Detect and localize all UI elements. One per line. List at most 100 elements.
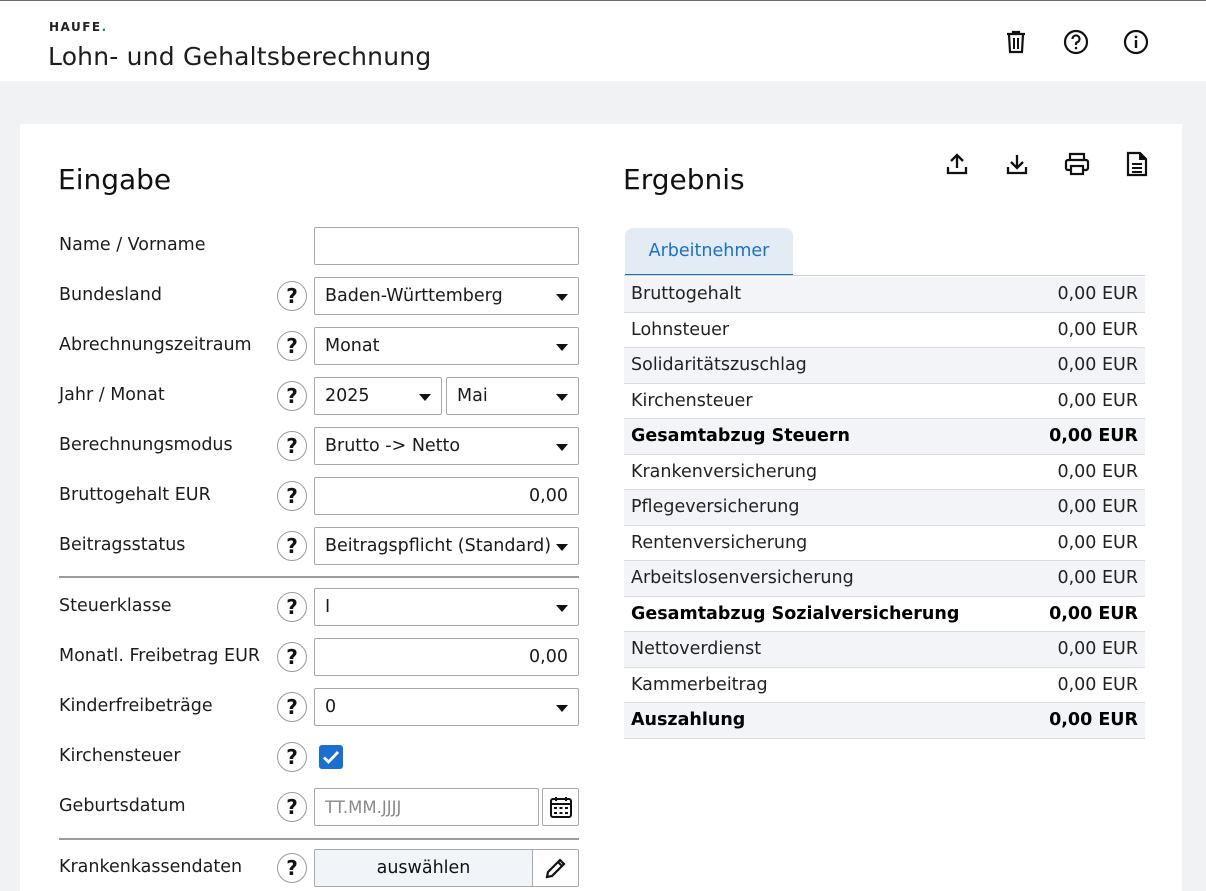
chevron-down-icon bbox=[556, 605, 568, 612]
help-button-jahr[interactable]: ? bbox=[277, 381, 307, 411]
row-name: Name / Vorname bbox=[59, 227, 579, 265]
row-value: 0,00 EUR bbox=[1057, 461, 1138, 482]
help-button-bundesland[interactable]: ? bbox=[277, 281, 307, 311]
help-button-kinder[interactable]: ? bbox=[277, 692, 307, 722]
pencil-icon bbox=[545, 858, 566, 879]
help-button-kirche[interactable]: ? bbox=[277, 742, 307, 772]
result-heading: Ergebnis bbox=[623, 163, 745, 196]
modus-select[interactable]: Brutto -> Netto bbox=[314, 427, 579, 465]
geburt-label: Geburtsdatum bbox=[59, 796, 186, 816]
row-label: Gesamtabzug Steuern bbox=[631, 426, 850, 446]
chevron-down-icon bbox=[556, 544, 568, 551]
calendar-button[interactable] bbox=[542, 788, 579, 826]
table-row: Pflegeversicherung 0,00 EUR bbox=[624, 490, 1145, 526]
bundesland-select[interactable]: Baden-Württemberg bbox=[314, 277, 579, 315]
row-value: 0,00 EUR bbox=[1057, 568, 1138, 588]
chevron-down-icon bbox=[556, 294, 568, 301]
calendar-icon bbox=[549, 797, 572, 818]
row-label: Gesamtabzug Sozialversicherung bbox=[631, 603, 960, 624]
row-value: 0,00 EUR bbox=[1057, 355, 1138, 375]
download-icon[interactable] bbox=[1003, 150, 1031, 178]
help-button-kk[interactable]: ? bbox=[277, 853, 307, 883]
help-button-geburt[interactable]: ? bbox=[277, 792, 307, 822]
table-row: Lohnsteuer 0,00 EUR bbox=[624, 313, 1145, 348]
row-label: Lohnsteuer bbox=[631, 319, 730, 340]
zeitraum-label: Abrechnungszeitraum bbox=[59, 335, 252, 355]
row-zeitraum: Abrechnungszeitraum ? Monat bbox=[59, 327, 579, 365]
jahr-select[interactable]: 2025 bbox=[314, 377, 442, 415]
row-label: Krankenversicherung bbox=[631, 461, 818, 482]
table-row: Krankenversicherung 0,00 EUR bbox=[624, 455, 1145, 490]
trash-icon[interactable] bbox=[1002, 28, 1030, 56]
table-row: Rentenversicherung 0,00 EUR bbox=[624, 526, 1145, 561]
help-button-beitrag[interactable]: ? bbox=[277, 531, 307, 561]
result-table: Bruttogehalt 0,00 EUR Lohnsteuer 0,00 EUR So… bbox=[624, 277, 1145, 739]
row-label: Kirchensteuer bbox=[631, 390, 753, 411]
beitrag-label: Beitragsstatus bbox=[59, 535, 186, 555]
help-button-freibetrag[interactable]: ? bbox=[277, 642, 307, 672]
row-label: Nettoverdienst bbox=[631, 639, 762, 659]
row-bundesland: Bundesland ? Baden-Württemberg bbox=[59, 277, 579, 315]
print-icon[interactable] bbox=[1063, 150, 1091, 178]
help-button-steuerklasse[interactable]: ? bbox=[277, 592, 307, 622]
monat-select[interactable]: Mai bbox=[446, 377, 579, 415]
app-header: HAUFE. Lohn- und Gehaltsberechnung bbox=[0, 0, 1206, 81]
name-input[interactable] bbox=[314, 227, 579, 265]
row-value: 0,00 EUR bbox=[1057, 284, 1138, 304]
chevron-down-icon bbox=[556, 394, 568, 401]
brand-logo: HAUFE. bbox=[49, 20, 108, 34]
kirchensteuer-checkbox[interactable] bbox=[319, 745, 343, 769]
kk-label: Krankenkassendaten bbox=[59, 857, 243, 877]
row-label: Solidaritätszuschlag bbox=[631, 355, 807, 375]
steuerklasse-label: Steuerklasse bbox=[59, 596, 172, 616]
checkmark-icon bbox=[323, 751, 340, 765]
help-button-brutto[interactable]: ? bbox=[277, 481, 307, 511]
name-label: Name / Vorname bbox=[59, 235, 206, 255]
table-row: Kammerbeitrag 0,00 EUR bbox=[624, 668, 1145, 703]
brutto-input[interactable]: 0,00 bbox=[314, 477, 579, 515]
row-jahr-monat: Jahr / Monat ? 2025 Mai bbox=[59, 377, 579, 415]
row-label: Rentenversicherung bbox=[631, 532, 808, 553]
freibetrag-input[interactable]: 0,00 bbox=[314, 638, 579, 676]
brutto-label: Bruttogehalt EUR bbox=[59, 485, 211, 505]
row-value: 0,00 EUR bbox=[1057, 390, 1138, 411]
row-freibetrag: Monatl. Freibetrag EUR ? 0,00 bbox=[59, 638, 579, 676]
row-geburt: Geburtsdatum ? TT.MM.JJJJ bbox=[59, 788, 579, 826]
row-krankenkasse: Krankenkassendaten ? auswählen bbox=[59, 849, 579, 887]
table-row: Solidaritätszuschlag 0,00 EUR bbox=[624, 348, 1145, 384]
krankenkasse-edit-button[interactable] bbox=[532, 849, 579, 887]
input-heading: Eingabe bbox=[58, 163, 172, 196]
table-row: Gesamtabzug Sozialversicherung 0,00 EUR bbox=[624, 597, 1145, 632]
row-label: Bruttogehalt bbox=[631, 284, 742, 304]
row-label: Arbeitslosenversicherung bbox=[631, 568, 854, 588]
geburtsdatum-input[interactable]: TT.MM.JJJJ bbox=[314, 788, 539, 826]
chevron-down-icon bbox=[556, 705, 568, 712]
tab-arbeitnehmer[interactable]: Arbeitnehmer bbox=[625, 228, 793, 276]
help-button-zeitraum[interactable]: ? bbox=[277, 331, 307, 361]
document-icon[interactable] bbox=[1123, 150, 1151, 178]
info-circle-icon[interactable] bbox=[1122, 28, 1150, 56]
upload-icon[interactable] bbox=[943, 150, 971, 178]
bundesland-label: Bundesland bbox=[59, 285, 162, 305]
row-value: 0,00 EUR bbox=[1049, 603, 1138, 624]
table-row: Nettoverdienst 0,00 EUR bbox=[624, 632, 1145, 668]
row-value: 0,00 EUR bbox=[1049, 426, 1138, 446]
help-circle-icon[interactable] bbox=[1062, 28, 1090, 56]
table-row: Auszahlung 0,00 EUR bbox=[624, 703, 1145, 739]
table-row: Bruttogehalt 0,00 EUR bbox=[624, 277, 1145, 313]
row-kinder: Kinderfreibeträge ? 0 bbox=[59, 688, 579, 726]
help-button-modus[interactable]: ? bbox=[277, 431, 307, 461]
chevron-down-icon bbox=[556, 444, 568, 451]
beitrag-select[interactable]: Beitragspflicht (Standard) bbox=[314, 527, 579, 565]
krankenkasse-select-button[interactable]: auswählen bbox=[314, 849, 533, 887]
zeitraum-select[interactable]: Monat bbox=[314, 327, 579, 365]
row-kirche: Kirchensteuer ? bbox=[59, 738, 579, 776]
steuerklasse-select[interactable]: I bbox=[314, 588, 579, 626]
row-brutto: Bruttogehalt EUR ? 0,00 bbox=[59, 477, 579, 515]
app-title: Lohn- und Gehaltsberechnung bbox=[48, 42, 432, 71]
kinder-select[interactable]: 0 bbox=[314, 688, 579, 726]
row-value: 0,00 EUR bbox=[1057, 674, 1138, 695]
kinder-label: Kinderfreibeträge bbox=[59, 696, 213, 716]
row-value: 0,00 EUR bbox=[1057, 497, 1138, 517]
table-row: Gesamtabzug Steuern 0,00 EUR bbox=[624, 419, 1145, 455]
